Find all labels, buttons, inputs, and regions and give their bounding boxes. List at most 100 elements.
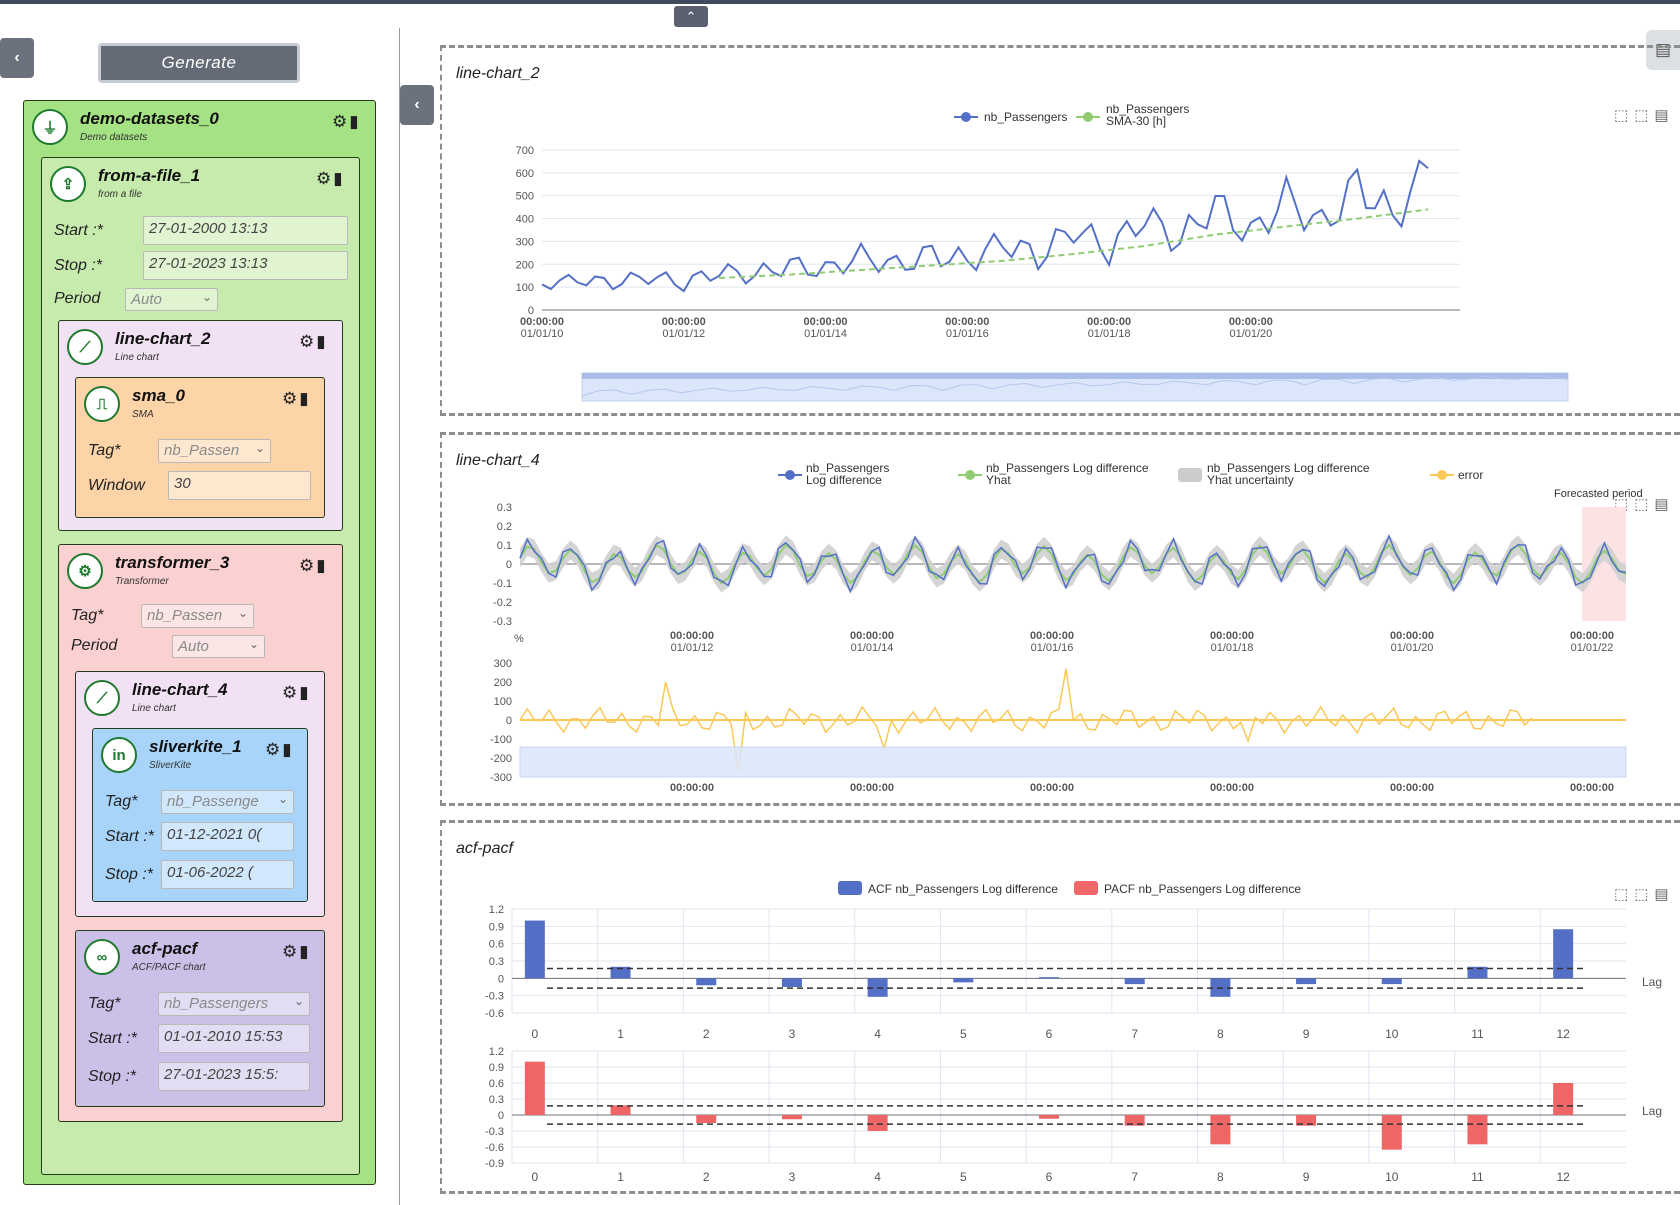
node-demo-datasets[interactable]: ⏚ demo-datasets_0 Demo datasets ⚙▮ ⇪ fro…: [23, 100, 376, 1185]
node-sma[interactable]: ⎍ sma_0 SMA ⚙▮ Tag* nb_Passen ⌄ Window 30: [75, 377, 325, 518]
node-subtitle: Transformer: [115, 576, 169, 587]
upload-icon: ⇪: [50, 166, 86, 202]
trash-icon[interactable]: ▮: [299, 389, 310, 408]
stop-field[interactable]: 27-01-2023 13:13: [143, 251, 348, 280]
tag-select[interactable]: nb_Passengers ⌄: [158, 992, 310, 1016]
stop-label: Stop :*: [54, 257, 103, 274]
bar: [1553, 929, 1574, 979]
panel-line-chart-4: line-chart_4 ⬚⬚▤ 0.3 0.2 0.1 0 -0.1 -0.2 -0.3 F…: [440, 432, 1680, 806]
node-transformer[interactable]: ⚙ transformer_3 Transformer ⚙▮ Tag* nb_P…: [58, 544, 343, 1122]
x-tick-time: 00:00:00: [1030, 782, 1074, 794]
node-title: sma_0: [132, 386, 185, 405]
trash-icon[interactable]: ▮: [316, 556, 327, 575]
legend-label: Yhat: [986, 473, 1011, 487]
period-select[interactable]: Auto ⌄: [172, 635, 265, 658]
x-tick-time: 00:00:00: [662, 316, 706, 328]
trash-icon[interactable]: ▮: [299, 683, 310, 702]
x-tick-date: 01/01/12: [671, 642, 714, 654]
tag-label: Tag*: [88, 442, 121, 459]
node-line-chart-4[interactable]: ⟋ line-chart_4 Line chart ⚙▮ in sliverki…: [75, 671, 325, 917]
legend-label: Log difference: [806, 473, 882, 487]
node-line-chart-2[interactable]: ⟋ line-chart_2 Line chart ⚙▮ ⎍ sma_0 SMA…: [58, 320, 343, 531]
y-tick-label: 0.6: [489, 1078, 504, 1090]
chevron-left-icon: ‹: [414, 96, 420, 113]
legend-label: PACF nb_Passengers Log difference: [1104, 882, 1301, 896]
y-tick-label: 0: [498, 973, 504, 985]
y-tick-label: -200: [490, 753, 512, 765]
y-tick-label: 100: [516, 282, 534, 294]
y-tick-label: 1.2: [489, 904, 504, 916]
start-field[interactable]: 01-12-2021 0(: [161, 822, 294, 851]
gear-icon[interactable]: ⚙: [265, 740, 282, 759]
node-from-a-file[interactable]: ⇪ from-a-file_1 from a file ⚙▮ Start :* …: [41, 157, 360, 1175]
panel-line-chart-2: line-chart_2 ⬚⬚▤ 700 600 500 400 300 200 100 0 0…: [440, 45, 1680, 416]
y-tick-label: 0: [506, 559, 512, 571]
stop-field[interactable]: 27-01-2023 15:5:: [158, 1062, 310, 1091]
y-tick-label: 0.2: [497, 521, 512, 533]
trash-icon[interactable]: ▮: [333, 169, 344, 188]
line-chart-icon: ⟋: [67, 329, 103, 365]
x-tick-label: 11: [1471, 1027, 1484, 1041]
x-tick-date: 01/01/10: [521, 328, 564, 340]
x-tick-label: 9: [1303, 1170, 1310, 1184]
trash-icon[interactable]: ▮: [282, 740, 293, 759]
legend-marker: [1074, 881, 1098, 895]
gear-icon[interactable]: ⚙: [282, 942, 299, 961]
chevron-down-icon: ⌄: [201, 290, 212, 304]
x-tick-time: 00:00:00: [1570, 630, 1614, 642]
x-tick-date: 01/01/14: [804, 328, 847, 340]
y-tick-label: 0.3: [497, 502, 512, 514]
node-title: line-chart_2: [115, 329, 211, 348]
x-tick-date: 01/01/16: [946, 328, 989, 340]
gear-icon[interactable]: ⚙: [332, 112, 349, 131]
stop-field[interactable]: 01-06-2022 (: [161, 860, 294, 889]
window-label: Window: [88, 477, 145, 494]
x-tick-time: 00:00:00: [1210, 630, 1254, 642]
node-sliverkite[interactable]: in sliverkite_1 SliverKite ⚙▮ Tag* nb_Pa…: [92, 728, 308, 902]
cogs-icon: ⚙: [67, 553, 103, 589]
legend-label: Yhat uncertainty: [1207, 473, 1294, 487]
node-subtitle: SliverKite: [149, 760, 192, 771]
y-tick-label: 200: [494, 677, 512, 689]
gear-icon[interactable]: ⚙: [299, 556, 316, 575]
x-tick-label: 7: [1131, 1027, 1138, 1041]
x-tick-label: 5: [960, 1027, 967, 1041]
legend-label: SMA-30 [h]: [1106, 114, 1166, 128]
start-field[interactable]: 27-01-2000 13:13: [143, 216, 348, 245]
legend-label: nb_Passengers: [984, 110, 1067, 124]
trash-icon[interactable]: ▮: [349, 112, 360, 131]
start-field[interactable]: 01-01-2010 15:53: [158, 1024, 310, 1053]
data-zoom-handle-bar: [582, 373, 1568, 379]
x-tick-date: 01/01/22: [1571, 642, 1614, 654]
trash-icon[interactable]: ▮: [316, 332, 327, 351]
collapse-left-button[interactable]: ‹: [0, 38, 34, 78]
stop-label: Stop :*: [105, 866, 154, 883]
tag-select[interactable]: nb_Passenge ⌄: [161, 790, 294, 814]
chevron-down-icon: ⌄: [293, 994, 304, 1008]
gear-icon[interactable]: ⚙: [299, 332, 316, 351]
tag-select[interactable]: nb_Passen ⌄: [141, 604, 254, 628]
tag-select[interactable]: nb_Passen ⌄: [158, 439, 271, 463]
collapse-mid-button[interactable]: ‹: [400, 85, 434, 125]
legend-marker: [965, 470, 975, 480]
gear-icon[interactable]: ⚙: [282, 683, 299, 702]
bar: [610, 1105, 631, 1115]
y-tick-label: 0.9: [489, 1062, 504, 1074]
x-tick-time: 00:00:00: [1390, 630, 1434, 642]
period-select[interactable]: Auto ⌄: [125, 288, 218, 311]
gear-icon[interactable]: ⚙: [316, 169, 333, 188]
trash-icon[interactable]: ▮: [299, 942, 310, 961]
y-tick-label: -0.1: [493, 578, 512, 590]
generate-button[interactable]: Generate: [98, 43, 300, 83]
stop-label: Stop :*: [88, 1068, 137, 1085]
x-tick-date: 01/01/18: [1088, 328, 1131, 340]
x-tick-time: 00:00:00: [850, 630, 894, 642]
x-tick-time: 00:00:00: [1210, 782, 1254, 794]
node-tools: ⚙▮: [299, 332, 328, 352]
window-field[interactable]: 30: [168, 471, 311, 500]
node-title: from-a-file_1: [98, 166, 201, 185]
node-subtitle: from a file: [98, 189, 142, 200]
node-acf-pacf[interactable]: ∞ acf-pacf ACF/PACF chart ⚙▮ Tag* nb_Pas…: [75, 930, 325, 1107]
collapse-top-button[interactable]: ⌃: [674, 6, 708, 27]
gear-icon[interactable]: ⚙: [282, 389, 299, 408]
